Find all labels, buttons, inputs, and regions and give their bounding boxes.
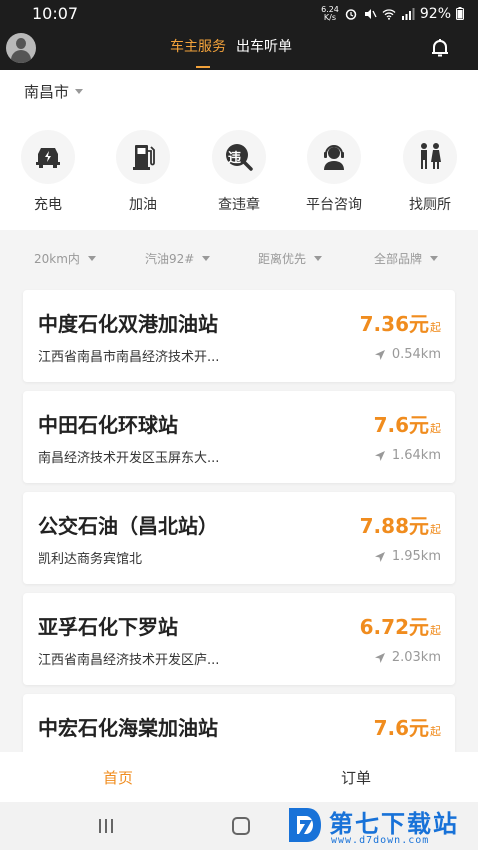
station-card[interactable]: 中宏石化海棠加油站 7.6 元起	[23, 694, 455, 752]
navigation-arrow-icon	[374, 652, 385, 663]
filter-label: 20km内	[34, 252, 80, 266]
station-card[interactable]: 亚孚石化下罗站 6.72 元起 江西省南昌经济技术开发区庐... 2.03km	[23, 593, 455, 685]
station-price: 7.36 元起	[359, 312, 441, 336]
service-violation[interactable]: 违 查违章	[199, 130, 279, 214]
violation-icon: 违	[212, 130, 266, 184]
avatar-head	[16, 38, 26, 49]
station-distance: 1.64km	[374, 448, 441, 463]
station-name: 公交石油（昌北站）	[38, 514, 218, 538]
station-address: 凯利达商务宾馆北	[38, 552, 143, 567]
navigation-arrow-icon	[374, 349, 385, 360]
station-name: 中度石化双港加油站	[38, 312, 218, 336]
signal-icon	[401, 7, 415, 20]
station-distance: 0.54km	[374, 347, 441, 362]
header-tabs: 车主服务 出车听单	[170, 36, 292, 68]
recent-apps-button[interactable]	[99, 819, 115, 833]
car-charging-icon	[21, 130, 75, 184]
station-address: 江西省南昌经济技术开发区庐...	[38, 653, 220, 668]
chevron-down-icon	[202, 256, 211, 261]
watermark-logo	[289, 808, 321, 842]
filter-label: 全部品牌	[374, 252, 423, 266]
service-label: 充电	[34, 197, 62, 213]
station-card[interactable]: 中田石化环球站 7.6 元起 南昌经济技术开发区玉屏东大... 1.64km	[23, 391, 455, 483]
navigation-arrow-icon	[374, 450, 385, 461]
status-icons: 6.24 K/s 92%	[321, 4, 464, 22]
tab-owner-service[interactable]: 车主服务	[170, 36, 226, 68]
filter-fuel-type[interactable]: 汽油92#	[145, 250, 211, 267]
city-selector[interactable]: 南昌市	[24, 81, 84, 102]
service-label: 平台咨询	[306, 197, 362, 213]
home-button[interactable]	[232, 817, 250, 835]
filter-label: 距离优先	[258, 252, 307, 266]
service-charging[interactable]: 充电	[8, 130, 88, 214]
service-label: 加油	[129, 197, 157, 213]
station-distance: 2.03km	[374, 650, 441, 665]
station-price: 7.6 元起	[373, 413, 441, 437]
service-restroom[interactable]: 找厕所	[390, 130, 470, 214]
status-time: 10:07	[32, 4, 79, 23]
network-speed: 6.24 K/s	[321, 4, 339, 22]
watermark-url: www.d7down.com	[331, 835, 430, 846]
station-price: 7.88 元起	[359, 514, 441, 538]
avatar-body	[11, 50, 31, 63]
app-header: 车主服务 出车听单	[0, 27, 478, 70]
filter-brand[interactable]: 全部品牌	[374, 250, 439, 267]
station-card[interactable]: 公交石油（昌北站） 7.88 元起 凯利达商务宾馆北 1.95km	[23, 492, 455, 584]
customer-service-icon	[307, 130, 361, 184]
restroom-icon	[403, 130, 457, 184]
filter-distance[interactable]: 20km内	[34, 250, 96, 267]
bell-icon[interactable]	[430, 38, 450, 58]
tab-accept-orders[interactable]: 出车听单	[236, 36, 292, 56]
filter-label: 汽油92#	[145, 252, 195, 266]
violation-badge: 违	[228, 151, 242, 166]
tab-home[interactable]: 首页	[103, 767, 133, 788]
battery-level: 92%	[419, 5, 451, 22]
chevron-down-icon	[87, 256, 96, 261]
battery-icon	[456, 7, 464, 20]
fuel-pump-icon	[116, 130, 170, 184]
wifi-icon	[382, 8, 396, 20]
service-consult[interactable]: 平台咨询	[294, 130, 374, 214]
station-address: 江西省南昌市南昌经济技术开...	[38, 350, 220, 365]
tab-orders[interactable]: 订单	[341, 767, 371, 788]
service-label: 查违章	[218, 197, 260, 213]
station-distance: 1.95km	[374, 549, 441, 564]
watermark-text: 第七下载站	[329, 810, 459, 838]
station-address: 南昌经济技术开发区玉屏东大...	[38, 451, 220, 466]
top-section: 南昌市 充电 加油 违 查违章 平台咨询 找厕所	[0, 70, 478, 230]
service-label: 找厕所	[409, 197, 451, 213]
mute-icon	[364, 8, 377, 19]
station-name: 亚孚石化下罗站	[38, 615, 178, 639]
filter-sort[interactable]: 距离优先	[258, 250, 323, 267]
filter-bar: 20km内 汽油92# 距离优先 全部品牌	[0, 238, 478, 278]
navigation-arrow-icon	[374, 551, 385, 562]
station-price: 7.6 元起	[373, 716, 441, 740]
bottom-tab-bar: 首页 订单	[0, 752, 478, 802]
city-label: 南昌市	[24, 83, 70, 101]
avatar[interactable]	[6, 33, 36, 63]
chevron-down-icon	[314, 256, 323, 261]
alarm-icon	[345, 8, 357, 20]
watermark: 第七下载站 www.d7down.com	[285, 800, 478, 850]
status-bar: 10:07 6.24 K/s 92%	[0, 0, 478, 27]
chevron-down-icon	[430, 256, 439, 261]
station-name: 中宏石化海棠加油站	[38, 716, 218, 740]
station-card[interactable]: 中度石化双港加油站 7.36 元起 江西省南昌市南昌经济技术开... 0.54km	[23, 290, 455, 382]
service-fuel[interactable]: 加油	[103, 130, 183, 214]
chevron-down-icon	[75, 89, 84, 94]
station-price: 6.72 元起	[359, 615, 441, 639]
station-name: 中田石化环球站	[38, 413, 178, 437]
